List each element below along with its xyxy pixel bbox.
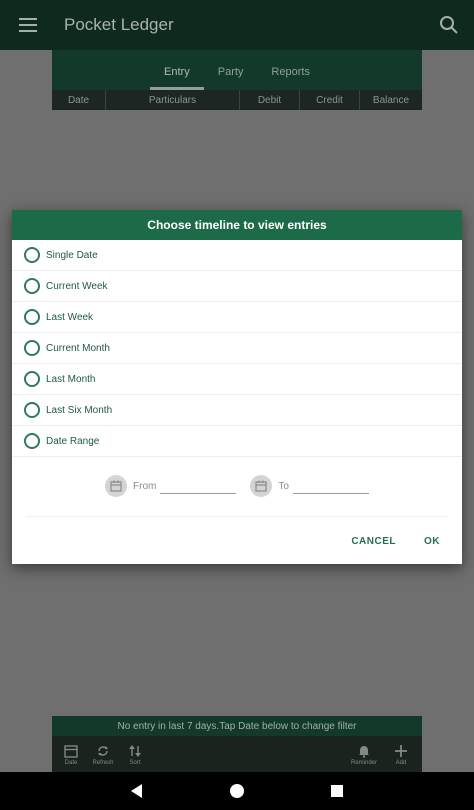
reminder-button-label: Reminder bbox=[350, 759, 377, 766]
to-label: To bbox=[278, 480, 289, 492]
dialog-title: Choose timeline to view entries bbox=[12, 210, 462, 240]
tab-bar: Entry Party Reports bbox=[52, 50, 422, 90]
option-current-week[interactable]: Current Week bbox=[12, 271, 462, 302]
column-date: Date bbox=[52, 90, 106, 110]
bottom-toolbar: Date Refresh Sort Reminder Add bbox=[52, 736, 422, 772]
column-particulars: Particulars bbox=[106, 90, 240, 110]
radio-button[interactable] bbox=[24, 433, 40, 449]
option-last-six-month[interactable]: Last Six Month bbox=[12, 395, 462, 426]
radio-button[interactable] bbox=[24, 309, 40, 325]
sort-button[interactable]: Sort bbox=[120, 736, 150, 772]
option-label: Single Date bbox=[46, 249, 98, 261]
option-date-range[interactable]: Date Range bbox=[12, 426, 462, 457]
option-label: Current Month bbox=[46, 342, 110, 354]
radio-button[interactable] bbox=[24, 340, 40, 356]
menu-icon[interactable] bbox=[0, 0, 56, 50]
refresh-button-label: Refresh bbox=[92, 759, 114, 766]
reminder-button[interactable]: Reminder bbox=[344, 736, 384, 772]
calendar-icon bbox=[63, 743, 79, 759]
radio-button[interactable] bbox=[24, 402, 40, 418]
column-debit: Debit bbox=[240, 90, 300, 110]
dialog-actions: CANCEL OK bbox=[12, 518, 462, 564]
sort-icon bbox=[127, 743, 143, 759]
date-range-row: From To bbox=[12, 472, 462, 500]
divider bbox=[26, 516, 448, 517]
date-button-label: Date bbox=[64, 759, 78, 766]
app-title: Pocket Ledger bbox=[64, 15, 174, 34]
search-icon[interactable] bbox=[424, 0, 474, 50]
option-label: Last Week bbox=[46, 311, 94, 323]
timeline-dialog: Choose timeline to view entries Single D… bbox=[12, 210, 462, 564]
refresh-icon bbox=[95, 743, 111, 759]
status-message: No entry in last 7 days.Tap Date below t… bbox=[52, 716, 422, 736]
option-label: Last Six Month bbox=[46, 404, 113, 416]
table-header: Date Particulars Debit Credit Balance bbox=[52, 90, 422, 110]
option-last-week[interactable]: Last Week bbox=[12, 302, 462, 333]
bell-icon bbox=[356, 743, 372, 759]
tab-party[interactable]: Party bbox=[204, 66, 258, 90]
sort-button-label: Sort bbox=[129, 759, 141, 766]
tab-reports[interactable]: Reports bbox=[257, 66, 324, 90]
to-date-input[interactable] bbox=[292, 478, 369, 494]
ok-button[interactable]: OK bbox=[424, 536, 440, 547]
radio-button[interactable] bbox=[24, 278, 40, 294]
from-label: From bbox=[133, 480, 157, 492]
system-nav-bar bbox=[0, 772, 474, 810]
back-icon[interactable] bbox=[87, 772, 187, 810]
calendar-icon[interactable] bbox=[105, 475, 128, 497]
column-balance: Balance bbox=[372, 94, 410, 106]
radio-button[interactable] bbox=[24, 371, 40, 387]
option-single-date[interactable]: Single Date bbox=[12, 240, 462, 271]
plus-icon bbox=[393, 743, 409, 759]
date-button[interactable]: Date bbox=[56, 736, 86, 772]
radio-button[interactable] bbox=[24, 247, 40, 263]
app-bar: Pocket Ledger bbox=[0, 0, 474, 50]
option-label: Last Month bbox=[46, 373, 96, 385]
calendar-icon[interactable] bbox=[250, 475, 273, 497]
home-icon[interactable] bbox=[187, 772, 287, 810]
add-button-label: Add bbox=[395, 759, 407, 766]
option-current-month[interactable]: Current Month bbox=[12, 333, 462, 364]
tab-entry[interactable]: Entry bbox=[150, 66, 204, 90]
column-credit: Credit bbox=[300, 90, 360, 110]
recents-icon[interactable] bbox=[287, 772, 387, 810]
from-date-input[interactable] bbox=[160, 478, 237, 494]
option-label: Current Week bbox=[46, 280, 108, 292]
option-last-month[interactable]: Last Month bbox=[12, 364, 462, 395]
refresh-button[interactable]: Refresh bbox=[88, 736, 118, 772]
cancel-button[interactable]: CANCEL bbox=[351, 536, 396, 547]
add-button[interactable]: Add bbox=[386, 736, 416, 772]
option-label: Date Range bbox=[46, 435, 100, 447]
